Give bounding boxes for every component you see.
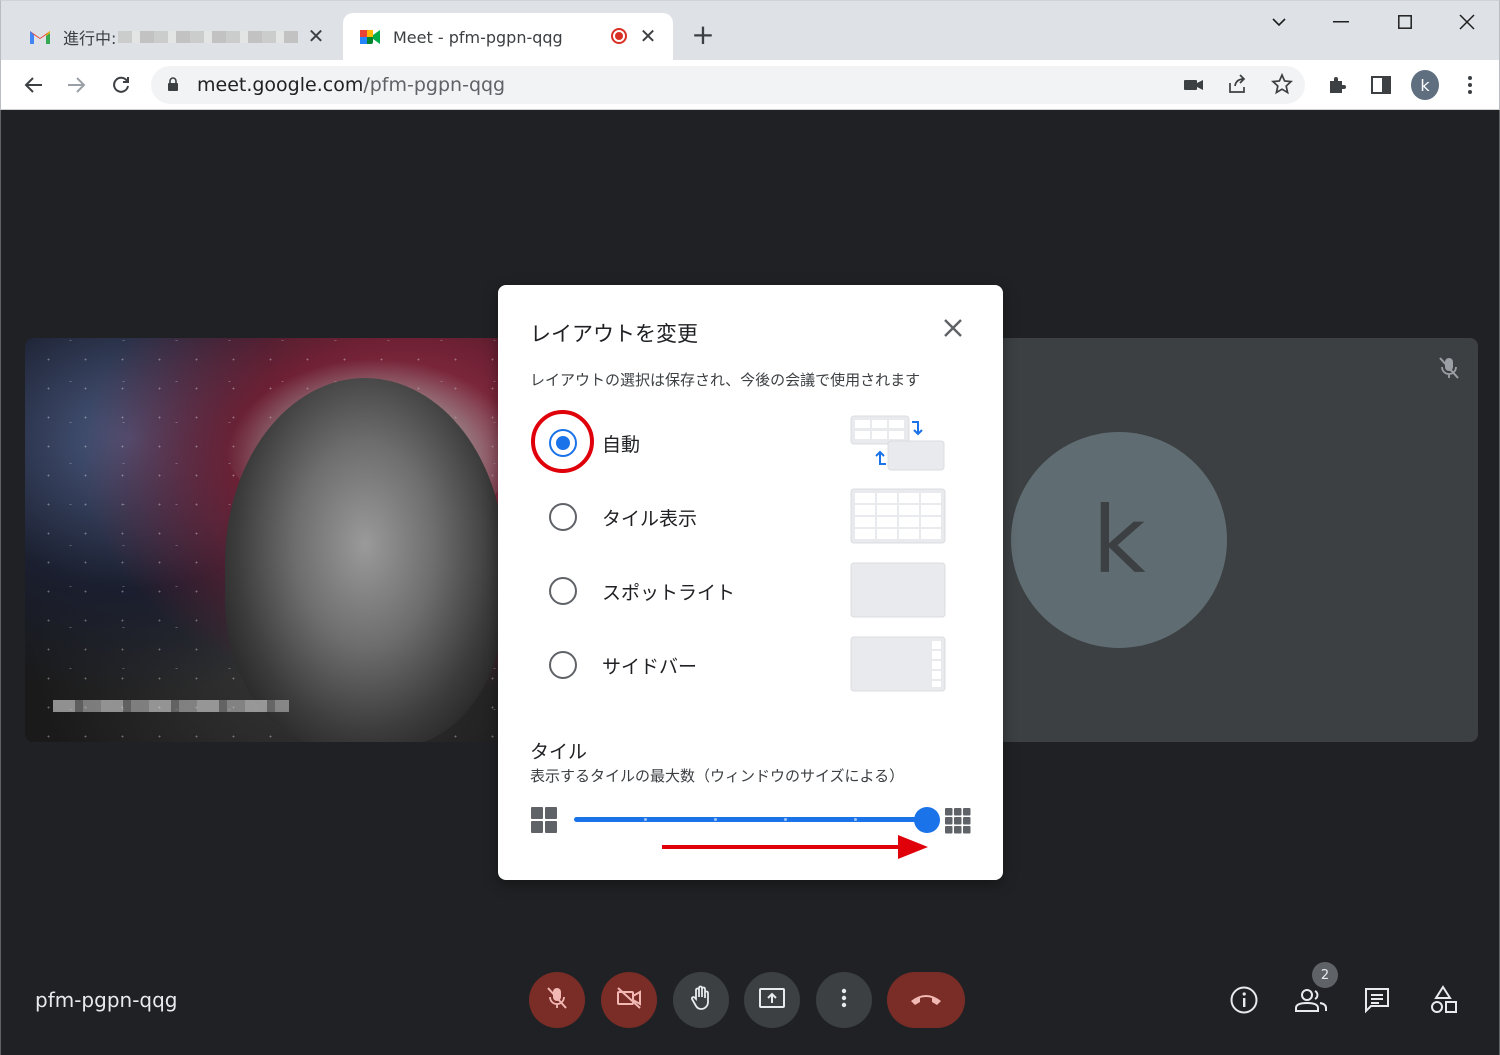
new-tab-button[interactable]: + [689,21,717,49]
present-screen-button[interactable] [744,972,800,1028]
radio-spotlight[interactable] [549,577,577,605]
browser-toolbar: meet.google.com/pfm-pgpn-qqg k [0,60,1500,110]
participant-avatar: k [1011,432,1227,648]
tab-meet[interactable]: Meet - pfm-pgpn-qqg ✕ [343,13,673,61]
participant-video-tile[interactable] [25,338,499,742]
leave-call-button[interactable] [887,972,965,1028]
radio-tiled[interactable] [549,503,577,531]
gmail-icon [29,28,51,46]
profile-avatar[interactable]: k [1411,70,1439,100]
mic-toggle-button[interactable] [529,972,585,1028]
tiles-section-title: タイル [530,741,588,763]
share-icon[interactable] [1227,74,1249,98]
meeting-info-icon[interactable] [1226,982,1262,1018]
chat-icon[interactable] [1359,982,1395,1018]
slider-tick [644,818,647,821]
url-host: meet.google.com [197,74,364,96]
participant-avatar-tile[interactable]: k [1001,338,1478,742]
window-close-icon[interactable] [1447,7,1487,37]
slider-tick [784,818,787,821]
camera-toggle-button[interactable] [601,972,657,1028]
close-dialog-button[interactable] [938,315,968,345]
close-tab-icon[interactable]: ✕ [305,25,327,47]
profile-initial: k [1411,70,1439,100]
mic-off-icon [546,986,568,1014]
hand-icon [689,985,713,1015]
annotation-arrow [662,833,930,865]
participant-count-badge: 2 [1312,962,1338,988]
slider-tick [714,818,717,821]
spotlight-layout-icon [850,562,946,618]
url-text: meet.google.com/pfm-pgpn-qqg [197,74,505,96]
option-label: サイドバー [602,656,698,678]
minimize-icon[interactable] [1321,7,1361,37]
layout-option-sidebar[interactable]: サイドバー [498,634,1003,694]
recording-icon [611,28,627,44]
url-path: /pfm-pgpn-qqg [363,74,506,96]
bookmark-star-icon[interactable] [1271,72,1293,99]
reload-icon[interactable] [107,71,135,99]
meet-icon [359,28,381,46]
browser-menu-icon[interactable] [1456,71,1484,99]
meeting-code: pfm-pgpn-qqg [35,988,178,1012]
fewer-tiles-icon [530,806,558,838]
tiles-slider-thumb[interactable] [914,807,940,833]
more-options-button[interactable] [816,972,872,1028]
close-icon [943,318,963,342]
tiled-layout-icon [850,488,946,544]
more-tiles-icon [944,807,972,839]
auto-layout-icon [850,414,945,471]
redacted-participant-name [53,700,289,712]
maximize-icon[interactable] [1385,7,1425,37]
close-tab-icon[interactable]: ✕ [637,25,659,47]
lock-icon[interactable] [167,77,179,96]
dialog-title: レイアウトを変更 [530,322,698,346]
highlight-ring [531,410,594,473]
present-icon [758,987,786,1013]
tab-title: Meet - pfm-pgpn-qqg [393,27,563,47]
option-label: スポットライト [602,582,736,604]
slider-tick [854,818,857,821]
radio-sidebar[interactable] [549,651,577,679]
mic-muted-icon [1438,356,1460,384]
back-icon[interactable] [19,71,47,99]
extensions-icon[interactable] [1323,71,1351,99]
camera-off-icon [616,987,642,1013]
option-label: タイル表示 [602,508,698,530]
activities-icon[interactable] [1425,982,1461,1018]
layout-option-tiled[interactable]: タイル表示 [498,486,1003,546]
browser-tabstrip: 進行中: ✕ Meet - pfm-pgpn-qqg ✕ + [0,0,1500,61]
address-bar[interactable]: meet.google.com/pfm-pgpn-qqg [151,66,1305,104]
video-image [225,378,499,742]
forward-icon[interactable] [63,71,91,99]
side-panel-icon[interactable] [1367,71,1395,99]
redacted-text [118,31,299,43]
raise-hand-button[interactable] [673,972,729,1028]
tiles-section-subtitle: 表示するタイルの最大数（ウィンドウのサイズによる） [530,767,905,785]
tiles-slider-track[interactable] [574,817,928,822]
option-label: 自動 [602,434,641,456]
layout-option-spotlight[interactable]: スポットライト [498,560,1003,620]
more-vert-icon [841,988,847,1012]
change-layout-dialog: レイアウトを変更 レイアウトの選択は保存され、今後の会議で使用されます 自動 タ… [498,285,1003,880]
dialog-subtitle: レイアウトの選択は保存され、今後の会議で使用されます [530,371,921,389]
sidebar-layout-icon [850,636,946,692]
tab-title: 進行中: [63,29,117,48]
tab-search-icon[interactable] [1259,7,1299,37]
hang-up-icon [909,991,943,1010]
camera-indicator-icon[interactable] [1183,75,1205,99]
tab-gmail[interactable]: 進行中: ✕ [19,13,341,61]
